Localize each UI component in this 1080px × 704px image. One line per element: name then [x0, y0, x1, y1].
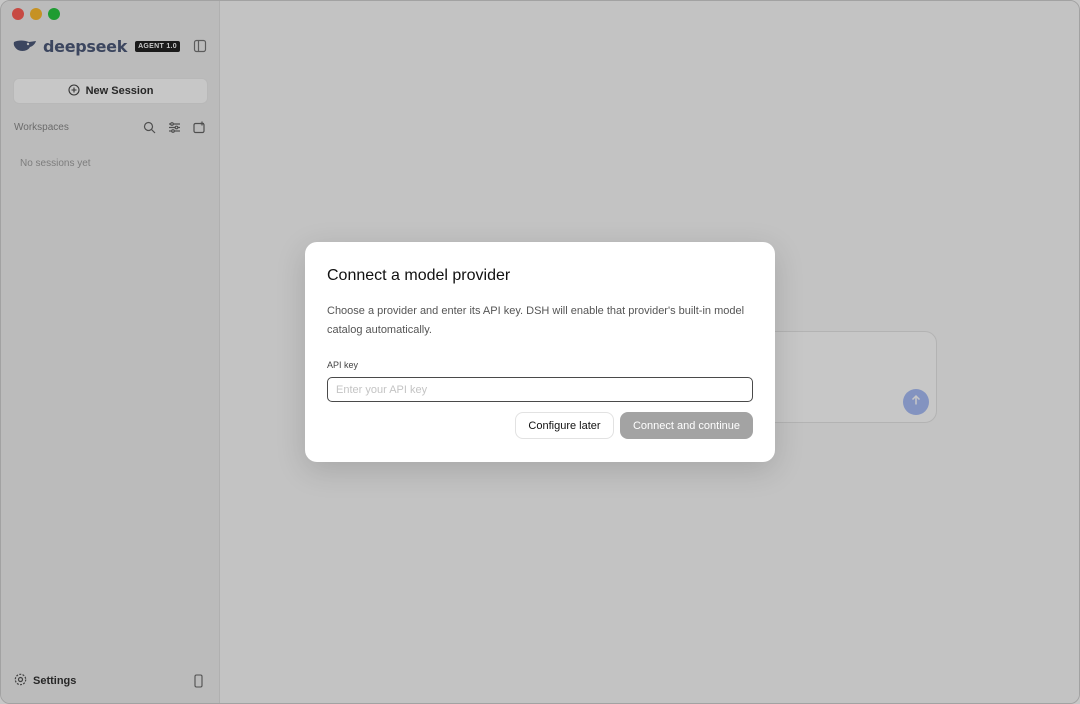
dialog-title: Connect a model provider: [327, 267, 511, 284]
api-key-input[interactable]: [327, 377, 753, 402]
dialog-description: Choose a provider and enter its API key.…: [327, 305, 745, 336]
api-key-label: API key: [327, 360, 359, 370]
connect-provider-dialog: Connect a model provider Choose a provid…: [305, 242, 775, 462]
connect-and-continue-button[interactable]: Connect and continue: [620, 412, 753, 439]
configure-later-button[interactable]: Configure later: [515, 412, 614, 439]
